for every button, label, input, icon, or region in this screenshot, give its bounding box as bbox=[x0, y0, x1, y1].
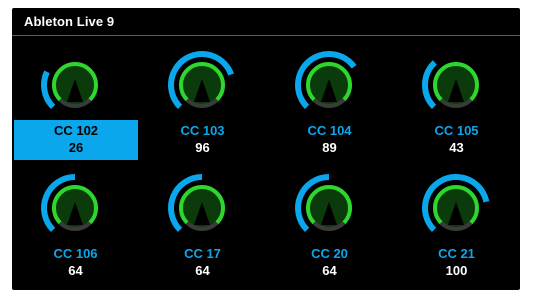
knob-name: CC 106 bbox=[53, 246, 98, 261]
knob-cc-20[interactable]: CC 20 64 bbox=[266, 167, 393, 290]
knob-label: CC 21 100 bbox=[393, 243, 520, 283]
knob-cc-17[interactable]: CC 17 64 bbox=[139, 167, 266, 290]
knob-value: 64 bbox=[195, 263, 210, 278]
app-title: Ableton Live 9 bbox=[24, 14, 115, 29]
knob-cc-106[interactable]: CC 106 64 bbox=[12, 167, 139, 290]
knob-name: CC 102 bbox=[53, 123, 99, 138]
knob-value: 43 bbox=[449, 140, 464, 155]
knob-label: CC 102 26 bbox=[14, 120, 138, 160]
knob-label: CC 17 64 bbox=[139, 243, 266, 283]
knob-name: CC 104 bbox=[307, 123, 352, 138]
knob-value: 96 bbox=[195, 140, 210, 155]
knob-name: CC 103 bbox=[180, 123, 225, 138]
knob-name: CC 21 bbox=[438, 246, 475, 261]
title-bar: Ableton Live 9 bbox=[12, 8, 520, 36]
knob-label: CC 20 64 bbox=[266, 243, 393, 283]
knob-value: 26 bbox=[68, 140, 84, 155]
knob-label: CC 106 64 bbox=[12, 243, 139, 283]
knob-name: CC 20 bbox=[311, 246, 348, 261]
knob-cc-21[interactable]: CC 21 100 bbox=[393, 167, 520, 290]
knob-value: 100 bbox=[445, 263, 468, 278]
knob-value-arc bbox=[41, 70, 56, 110]
knob-value: 64 bbox=[68, 263, 83, 278]
knob-label: CC 105 43 bbox=[393, 120, 520, 160]
device-screen: Ableton Live 9 CC 102 26 CC 103 96 CC 10… bbox=[12, 8, 520, 290]
knob-label: CC 103 96 bbox=[139, 120, 266, 160]
knob-cc-105[interactable]: CC 105 43 bbox=[393, 44, 520, 170]
knob-name: CC 105 bbox=[434, 123, 479, 138]
knob-value: 64 bbox=[322, 263, 337, 278]
knob-name: CC 17 bbox=[184, 246, 221, 261]
knob-cc-103[interactable]: CC 103 96 bbox=[139, 44, 266, 170]
knob-cc-102[interactable]: CC 102 26 bbox=[12, 44, 139, 170]
knob-label: CC 104 89 bbox=[266, 120, 393, 160]
knob-cc-104[interactable]: CC 104 89 bbox=[266, 44, 393, 170]
knob-value: 89 bbox=[322, 140, 337, 155]
